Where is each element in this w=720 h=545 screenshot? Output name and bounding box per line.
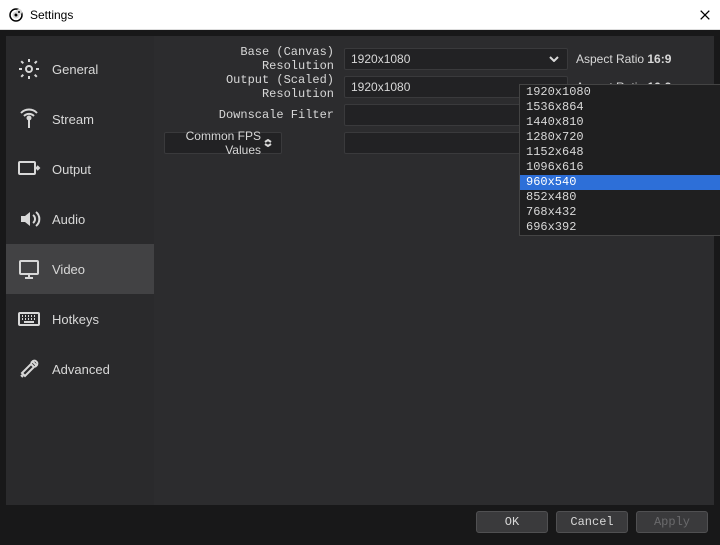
sidebar-item-label: Audio <box>52 212 85 227</box>
sidebar-item-hotkeys[interactable]: Hotkeys <box>6 294 154 344</box>
chevron-down-icon <box>547 56 561 62</box>
sidebar-item-output[interactable]: Output <box>6 144 154 194</box>
dropdown-option[interactable]: 1920x1080 <box>520 85 720 100</box>
base-resolution-combo[interactable]: 1920x1080 <box>344 48 568 70</box>
dropdown-option[interactable]: 960x540 <box>520 175 720 190</box>
dropdown-option[interactable]: 1096x616 <box>520 160 720 175</box>
output-resolution-value: 1920x1080 <box>351 80 547 94</box>
downscale-filter-label: Downscale Filter <box>164 108 344 122</box>
dropdown-option[interactable]: 1280x720 <box>520 130 720 145</box>
sidebar-item-video[interactable]: Video <box>6 244 154 294</box>
dropdown-option[interactable]: 768x432 <box>520 205 720 220</box>
fps-label: Common FPS Values <box>164 132 288 154</box>
close-icon[interactable] <box>698 8 712 22</box>
dialog-footer: OK Cancel Apply <box>6 505 714 539</box>
dropdown-option[interactable]: 1440x810 <box>520 115 720 130</box>
antenna-icon <box>16 106 42 132</box>
resolution-dropdown[interactable]: 1920x10801536x8641440x8101280x7201152x64… <box>519 84 720 236</box>
keyboard-icon <box>16 306 42 332</box>
apply-button: Apply <box>636 511 708 533</box>
sidebar-item-label: Stream <box>52 112 94 127</box>
sidebar-item-label: Advanced <box>52 362 110 377</box>
sidebar-item-audio[interactable]: Audio <box>6 194 154 244</box>
dropdown-option[interactable]: 1536x864 <box>520 100 720 115</box>
base-resolution-label: Base (Canvas) Resolution <box>164 45 344 73</box>
dropdown-option[interactable]: 1152x648 <box>520 145 720 160</box>
sidebar-item-advanced[interactable]: Advanced <box>6 344 154 394</box>
spin-arrows-icon <box>261 139 275 147</box>
sidebar-item-label: Output <box>52 162 91 177</box>
app-icon <box>8 7 24 23</box>
sidebar: General Stream Output Audio <box>6 36 154 505</box>
cancel-button[interactable]: Cancel <box>556 511 628 533</box>
dropdown-option[interactable]: 852x480 <box>520 190 720 205</box>
monitor-icon <box>16 256 42 282</box>
base-aspect-ratio: Aspect Ratio 16:9 <box>576 52 671 67</box>
ok-button[interactable]: OK <box>476 511 548 533</box>
gear-icon <box>16 56 42 82</box>
sidebar-item-general[interactable]: General <box>6 44 154 94</box>
titlebar: Settings <box>0 0 720 30</box>
content-area: Base (Canvas) Resolution 1920x1080 Aspec… <box>154 36 714 505</box>
base-resolution-value: 1920x1080 <box>351 52 547 66</box>
window-title: Settings <box>30 8 698 22</box>
dropdown-option[interactable]: 696x392 <box>520 220 720 235</box>
output-resolution-label: Output (Scaled) Resolution <box>164 73 344 101</box>
fps-type-combo[interactable]: Common FPS Values <box>164 132 282 154</box>
sidebar-item-label: Hotkeys <box>52 312 99 327</box>
output-icon <box>16 156 42 182</box>
sidebar-item-stream[interactable]: Stream <box>6 94 154 144</box>
tools-icon <box>16 356 42 382</box>
speaker-icon <box>16 206 42 232</box>
sidebar-item-label: Video <box>52 262 85 277</box>
sidebar-item-label: General <box>52 62 98 77</box>
